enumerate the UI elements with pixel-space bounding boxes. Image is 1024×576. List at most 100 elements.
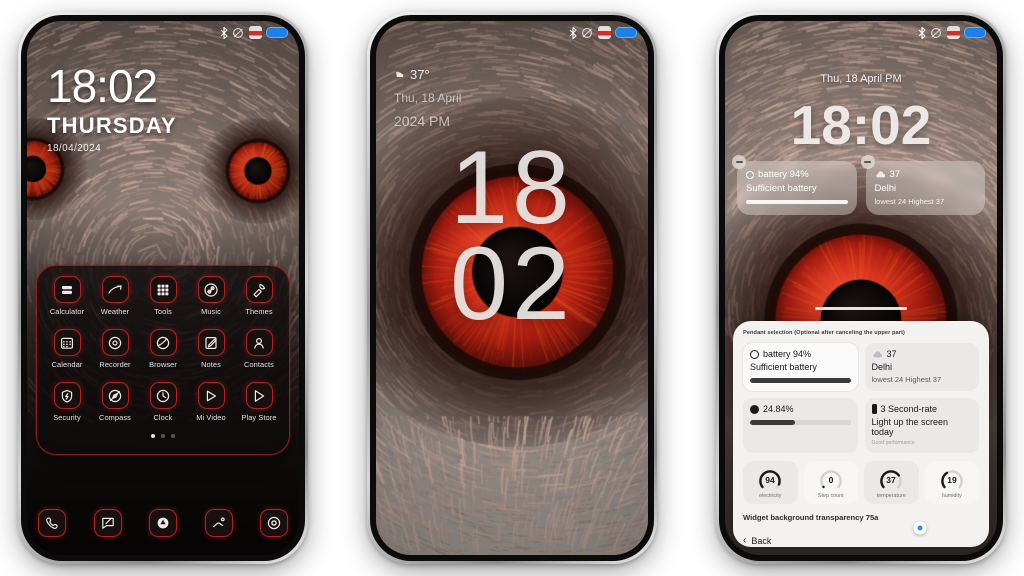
clock-day: THURSDAY: [47, 113, 177, 138]
browser-icon: [149, 329, 177, 356]
gauge-step-count: 0 Step count: [803, 461, 858, 504]
sheet-drag-handle[interactable]: [815, 307, 907, 310]
big-clock-minutes: 02: [450, 225, 574, 342]
transparency-label: Widget background transparency 75a: [743, 513, 879, 522]
app-calculator[interactable]: Calculator: [43, 276, 91, 316]
cloud-icon: [872, 350, 882, 357]
tools-icon: [149, 276, 177, 303]
widget-weather[interactable]: 37 Delhi lowest 24 Highest 37: [860, 155, 985, 215]
widget-battery-progress: [746, 200, 848, 204]
app-label: Notes: [201, 360, 221, 369]
app-calendar[interactable]: Calendar: [43, 329, 91, 369]
clock-dot-icon: [750, 404, 759, 414]
app-play-store[interactable]: Play Store: [235, 382, 283, 422]
phone-2-screen: 37° Thu, 18 April 2024 PM 18 02: [376, 21, 648, 555]
widget-battery-title: battery 94%: [758, 169, 809, 180]
calendar-icon: [53, 329, 81, 356]
app-mi-video[interactable]: Mi Video: [187, 382, 235, 422]
lock-widgets: battery 94% Sufficient battery 37 Delhi …: [732, 155, 985, 215]
alarm-icon: [249, 26, 262, 39]
page-dot-0[interactable]: [151, 434, 155, 438]
app-contacts[interactable]: Contacts: [235, 329, 283, 369]
pendant-option-0[interactable]: battery 94% Sufficient battery: [743, 343, 858, 391]
calculator-icon: [53, 276, 81, 303]
widget-settings-sheet: Pendant selection (Optional after cancel…: [733, 321, 989, 547]
phone-2: 37° Thu, 18 April 2024 PM 18 02: [367, 12, 657, 564]
mi-video-icon: [197, 382, 225, 409]
app-label: Calendar: [51, 360, 83, 369]
option-line2: Delhi: [871, 362, 893, 372]
app-grid-container: Calculator Weather Tools Music Themes Calenda…: [36, 265, 290, 455]
alarm-icon: [598, 26, 611, 39]
security-icon: [53, 382, 81, 409]
option-progress: [750, 378, 851, 383]
gauge-electricity: 94 electricity: [743, 461, 798, 504]
phone-3: Thu, 18 April PM 18:02 battery 94% Suffi…: [716, 12, 1006, 564]
svg-text:37: 37: [887, 475, 897, 485]
silent-mode-icon: [233, 27, 243, 38]
widget-battery[interactable]: battery 94% Sufficient battery: [732, 155, 857, 215]
pendant-option-3[interactable]: 3 Second-rate Light up the screen today Go…: [864, 398, 979, 453]
battery-bar-icon: [871, 404, 877, 414]
app-recorder[interactable]: Recorder: [91, 329, 139, 369]
page-indicator[interactable]: [43, 434, 283, 438]
remove-widget-weather-button[interactable]: [860, 155, 875, 169]
phone-1: 18:02 THURSDAY 18/04/2024 Calculator Weat…: [18, 12, 308, 564]
lock-date-3: Thu, 18 April PM: [820, 73, 902, 85]
app-music[interactable]: Music: [187, 276, 235, 316]
themes-icon: [245, 276, 273, 303]
app-grid: Calculator Weather Tools Music Themes Calenda…: [43, 276, 283, 422]
app-label: Play Store: [241, 413, 277, 422]
page-dot-2[interactable]: [171, 434, 175, 438]
widget-battery-subtitle: Sufficient battery: [746, 183, 817, 194]
app-browser[interactable]: Browser: [139, 329, 187, 369]
battery-icon: [266, 27, 288, 38]
widget-weather-city: Delhi: [874, 183, 897, 194]
app-compass[interactable]: Compass: [91, 382, 139, 422]
widget-battery-title-row: battery 94%: [746, 169, 848, 180]
gauge-row: 94 electricity 0 Step count 37 temperature 19 h…: [743, 461, 979, 504]
mockup-stage: 18:02 THURSDAY 18/04/2024 Calculator Weat…: [0, 0, 1024, 576]
app-label: Contacts: [244, 360, 274, 369]
weather-ampm: 2024 PM: [394, 113, 451, 129]
app-label: Recorder: [99, 360, 131, 369]
weather-widget-2[interactable]: 37° Thu, 18 April 2024 PM: [394, 67, 461, 129]
app-label: Tools: [154, 307, 172, 316]
status-bar-1: [220, 26, 288, 39]
bluetooth-icon: [220, 26, 228, 39]
app-tools[interactable]: Tools: [139, 276, 187, 316]
app-notes[interactable]: Notes: [187, 329, 235, 369]
play-store-icon: [245, 382, 273, 409]
option-line2: Light up the screen today: [871, 417, 949, 437]
app-weather[interactable]: Weather: [91, 276, 139, 316]
app-label: Themes: [245, 307, 273, 316]
back-button[interactable]: ‹ Back: [743, 528, 979, 546]
lock-time-3: 18:02: [790, 94, 932, 156]
page-dot-1[interactable]: [161, 434, 165, 438]
clock-icon: [149, 382, 177, 409]
chevron-left-icon: ‹: [743, 535, 747, 546]
pendant-option-1[interactable]: 37 Delhi lowest 24 Highest 37: [864, 343, 979, 391]
sheet-title: Pendant selection (Optional after cancel…: [743, 330, 905, 336]
pendant-option-2[interactable]: 24.84%: [743, 398, 858, 453]
option-line3: Good performance: [871, 440, 915, 446]
slider-knob[interactable]: [913, 521, 927, 535]
camera-icon[interactable]: [149, 509, 177, 537]
app-clock[interactable]: Clock: [139, 382, 187, 422]
gauge-humidity: 19 humidity: [924, 461, 979, 504]
weather-temperature: 37°: [410, 67, 430, 82]
battery-ring-icon: [750, 349, 759, 359]
app-label: Mi Video: [196, 413, 226, 422]
remove-widget-battery-button[interactable]: [732, 155, 746, 169]
phone-icon[interactable]: [38, 509, 66, 537]
gallery-icon[interactable]: [204, 509, 233, 537]
settings-icon[interactable]: [260, 509, 288, 537]
silent-mode-icon: [931, 27, 941, 38]
gauge-temperature: 37 temperature: [864, 461, 919, 504]
app-security[interactable]: Security: [43, 382, 91, 422]
battery-ring-icon: [746, 170, 754, 179]
status-bar-2: [569, 26, 637, 39]
messages-icon[interactable]: [93, 509, 122, 537]
gauge-label: Step count: [817, 493, 844, 499]
app-themes[interactable]: Themes: [235, 276, 283, 316]
